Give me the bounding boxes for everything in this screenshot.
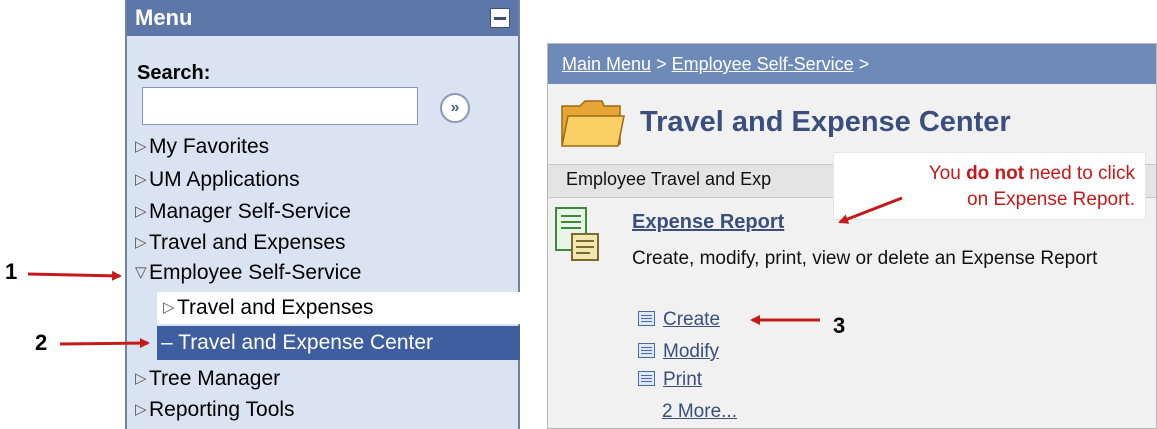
annotation-arrows: [27, 196, 903, 349]
arrow-step-1: [27, 270, 122, 281]
arrow-step-2: [59, 338, 150, 349]
arrow-expense-report: [838, 196, 903, 224]
